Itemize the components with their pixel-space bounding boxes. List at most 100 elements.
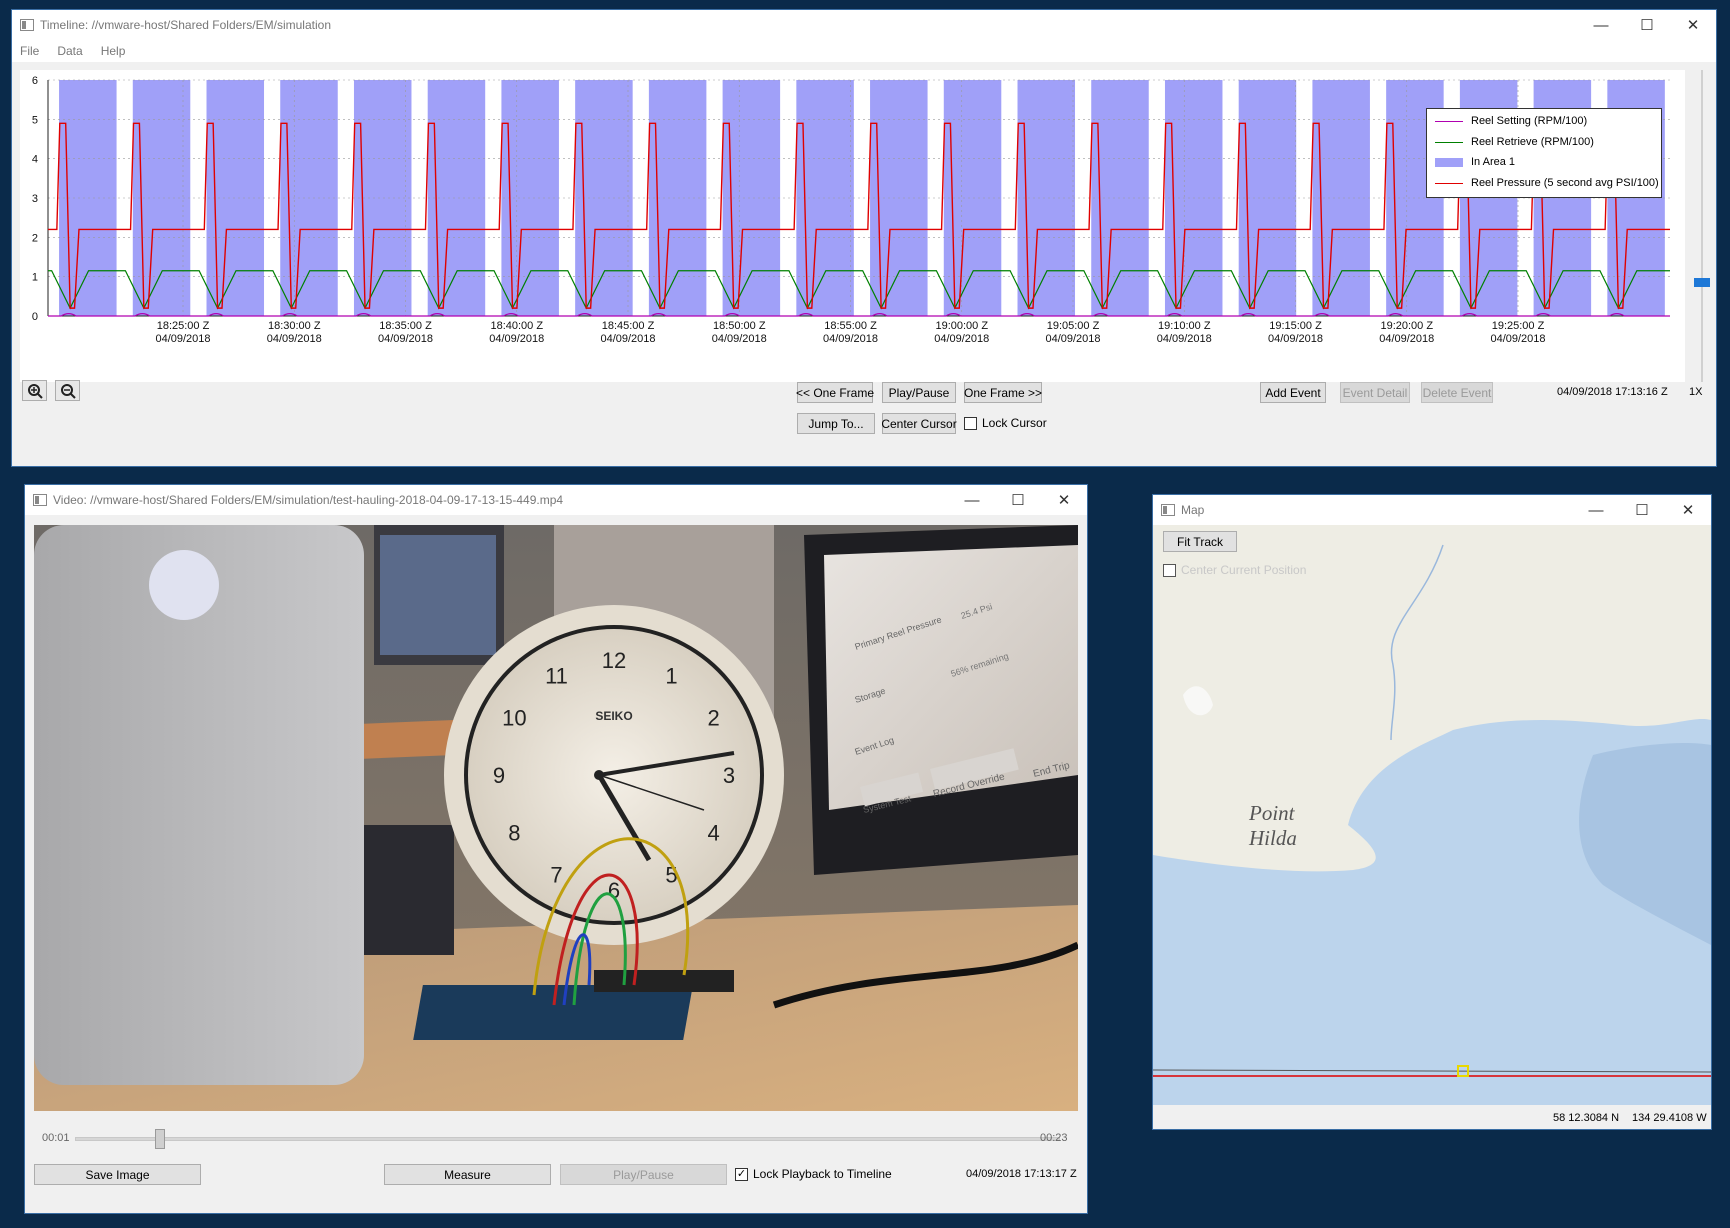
scene-clock-numeral: 7	[550, 863, 562, 888]
menu-help[interactable]: Help	[101, 44, 126, 58]
maximize-icon[interactable]: ☐	[1619, 495, 1665, 525]
scene-laptop-logo	[149, 550, 219, 620]
vertical-zoom-slider[interactable]	[1692, 70, 1712, 382]
scene-clock-numeral: 10	[502, 706, 526, 731]
timeline-play-pause-button[interactable]: Play/Pause	[882, 382, 956, 403]
x-tick-date: 04/09/2018	[1045, 333, 1100, 345]
x-tick-time: 19:20:00 Z	[1380, 320, 1433, 332]
close-icon[interactable]: ✕	[1670, 10, 1716, 40]
menu-data[interactable]: Data	[57, 44, 82, 58]
map-latitude: 58 12.3084 N	[1553, 1112, 1620, 1124]
app-icon	[33, 494, 47, 506]
lock-playback-box[interactable]: ✓	[735, 1167, 748, 1181]
app-icon	[1161, 504, 1175, 516]
map-view[interactable]: Point Hilda Fit Track Center Current Pos…	[1153, 525, 1711, 1105]
x-tick-date: 04/09/2018	[1490, 333, 1545, 345]
legend-label-reel-retrieve: Reel Retrieve (RPM/100)	[1471, 136, 1594, 148]
playback-speed: 1X	[1689, 386, 1703, 398]
legend-swatch-reel-retrieve	[1435, 141, 1463, 143]
x-tick-date: 04/09/2018	[267, 333, 322, 345]
legend-label-in-area: In Area 1	[1471, 156, 1516, 168]
minimize-icon[interactable]: —	[949, 485, 995, 515]
video-scene: Primary Reel Pressure 25.4 Psi Storage 5…	[34, 525, 1078, 1111]
zoom-out-button[interactable]	[55, 380, 80, 401]
add-event-button[interactable]: Add Event	[1260, 382, 1326, 403]
delete-event-button[interactable]: Delete Event	[1421, 382, 1493, 403]
save-image-button[interactable]: Save Image	[34, 1164, 201, 1185]
menu-file[interactable]: File	[20, 44, 39, 58]
maximize-icon[interactable]: ☐	[995, 485, 1041, 515]
minimize-icon[interactable]: —	[1578, 10, 1624, 40]
next-frame-button[interactable]: One Frame >>	[964, 382, 1042, 403]
maximize-icon[interactable]: ☐	[1624, 10, 1670, 40]
x-tick-date: 04/09/2018	[155, 333, 210, 345]
lock-cursor-checkbox[interactable]: Lock Cursor	[964, 416, 1047, 430]
video-start-time: 00:01	[42, 1132, 70, 1144]
map-window: Map — ☐ ✕ Point Hilda Fit Track Center C…	[1152, 494, 1712, 1130]
lock-playback-label: Lock Playback to Timeline	[753, 1167, 892, 1181]
video-timestamp: 04/09/2018 17:13:17 Z	[966, 1168, 1077, 1180]
x-tick-date: 04/09/2018	[712, 333, 767, 345]
event-detail-button[interactable]: Event Detail	[1340, 382, 1410, 403]
scene-clock-numeral: 12	[602, 648, 626, 673]
x-tick-date: 04/09/2018	[600, 333, 655, 345]
video-seek-handle[interactable]	[155, 1129, 165, 1149]
zoom-in-icon	[27, 383, 43, 399]
prev-frame-button[interactable]: << One Frame	[796, 382, 874, 403]
video-frame[interactable]: Primary Reel Pressure 25.4 Psi Storage 5…	[34, 525, 1078, 1111]
map-titlebar: Map — ☐ ✕	[1153, 495, 1711, 525]
center-current-checkbox[interactable]: Center Current Position	[1163, 563, 1306, 577]
legend-label-reel-setting: Reel Setting (RPM/100)	[1471, 115, 1588, 127]
video-window: Video: //vmware-host/Shared Folders/EM/s…	[24, 484, 1088, 1214]
y-tick-label: 0	[32, 311, 38, 323]
map-canvas[interactable]: Point Hilda	[1153, 525, 1711, 1105]
timeline-timestamp: 04/09/2018 17:13:16 Z	[1557, 386, 1668, 398]
x-tick-time: 19:10:00 Z	[1158, 320, 1211, 332]
legend-swatch-in-area	[1435, 157, 1463, 167]
timeline-titlebar: Timeline: //vmware-host/Shared Folders/E…	[12, 10, 1716, 40]
y-tick-label: 6	[32, 75, 38, 87]
scene-clock-brand: SEIKO	[595, 709, 632, 723]
x-tick-date: 04/09/2018	[378, 333, 433, 345]
scene-monitor-back-screen	[380, 535, 496, 655]
close-icon[interactable]: ✕	[1041, 485, 1087, 515]
timeline-window: Timeline: //vmware-host/Shared Folders/E…	[11, 9, 1717, 467]
x-tick-time: 19:15:00 Z	[1269, 320, 1322, 332]
legend-label-reel-pressure: Reel Pressure (5 second avg PSI/100)	[1471, 177, 1659, 189]
jump-to-button[interactable]: Jump To...	[797, 413, 875, 434]
y-tick-label: 2	[32, 232, 38, 244]
x-tick-date: 04/09/2018	[1379, 333, 1434, 345]
x-tick-time: 18:45:00 Z	[602, 320, 655, 332]
scene-pc-tower	[364, 825, 454, 955]
video-play-pause-button[interactable]: Play/Pause	[560, 1164, 727, 1185]
x-tick-time: 18:30:00 Z	[268, 320, 321, 332]
vertical-slider-handle[interactable]	[1694, 278, 1710, 287]
minimize-icon[interactable]: —	[1573, 495, 1619, 525]
center-cursor-button[interactable]: Center Cursor	[881, 413, 957, 434]
scene-clock-numeral: 3	[723, 763, 735, 788]
scene-clock-numeral: 8	[508, 821, 520, 846]
x-tick-time: 19:25:00 Z	[1492, 320, 1545, 332]
zoom-in-button[interactable]	[22, 380, 47, 401]
x-tick-date: 04/09/2018	[823, 333, 878, 345]
lock-playback-checkbox[interactable]: ✓ Lock Playback to Timeline	[735, 1167, 892, 1181]
center-current-box[interactable]	[1163, 563, 1176, 577]
timeline-title: Timeline: //vmware-host/Shared Folders/E…	[40, 18, 331, 32]
lock-cursor-label: Lock Cursor	[982, 416, 1047, 430]
y-tick-label: 5	[32, 114, 38, 126]
x-tick-date: 04/09/2018	[1268, 333, 1323, 345]
lock-cursor-box[interactable]	[964, 416, 977, 430]
scene-clock-numeral: 9	[493, 763, 505, 788]
scene-arduino-headers	[594, 970, 734, 992]
fit-track-button[interactable]: Fit Track	[1163, 531, 1237, 552]
measure-button[interactable]: Measure	[384, 1164, 551, 1185]
map-place-label-1: Point	[1248, 801, 1296, 825]
timeline-chart[interactable]: 18:25:00 Z 04/09/2018 18:30:00 Z 04/09/2018…	[20, 70, 1685, 382]
scene-clock-numeral: 1	[665, 663, 677, 688]
video-seek-slider[interactable]	[75, 1129, 1060, 1149]
x-tick-date: 04/09/2018	[489, 333, 544, 345]
map-place-label-2: Hilda	[1248, 826, 1297, 850]
video-titlebar: Video: //vmware-host/Shared Folders/EM/s…	[25, 485, 1087, 515]
close-icon[interactable]: ✕	[1665, 495, 1711, 525]
x-tick-time: 18:25:00 Z	[157, 320, 210, 332]
